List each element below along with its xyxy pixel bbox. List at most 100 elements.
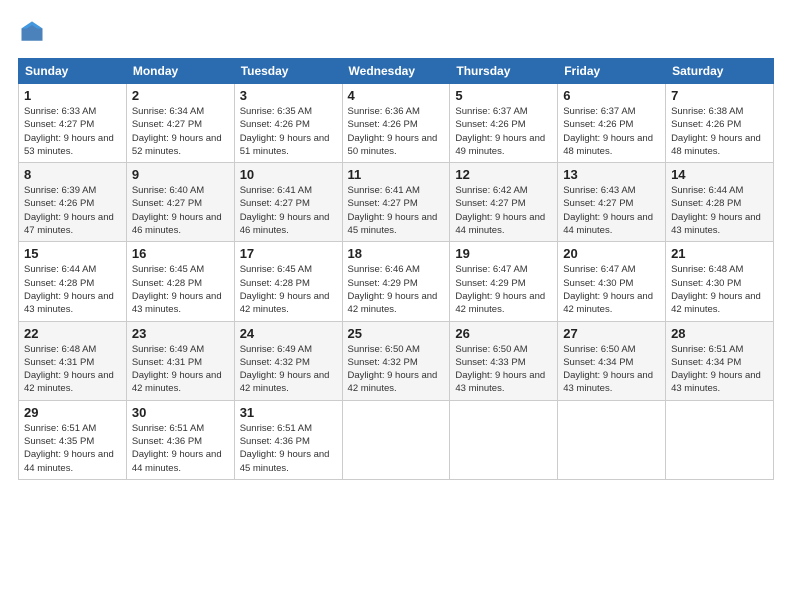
calendar-cell: 12Sunrise: 6:42 AMSunset: 4:27 PMDayligh… [450,163,558,242]
calendar-cell: 25 Sunrise: 6:50 AMSunset: 4:32 PMDayligh… [342,321,450,400]
day-number: 31 [240,405,337,420]
day-number: 4 [348,88,445,103]
day-number: 7 [671,88,768,103]
day-number: 20 [563,246,660,261]
day-number: 8 [24,167,121,182]
calendar-cell: 9 Sunrise: 6:40 AMSunset: 4:27 PMDaylight… [126,163,234,242]
day-info: Sunrise: 6:35 AMSunset: 4:26 PMDaylight:… [240,105,337,158]
day-info: Sunrise: 6:37 AMSunset: 4:26 PMDaylight:… [455,105,552,158]
day-info: Sunrise: 6:51 AMSunset: 4:34 PMDaylight:… [671,343,768,396]
calendar-cell: 22 Sunrise: 6:48 AMSunset: 4:31 PMDayligh… [19,321,127,400]
day-info: Sunrise: 6:50 AMSunset: 4:32 PMDaylight:… [348,343,445,396]
calendar-cell: 31 Sunrise: 6:51 AMSunset: 4:36 PMDayligh… [234,400,342,479]
calendar-cell [342,400,450,479]
main-container: SundayMondayTuesdayWednesdayThursdayFrid… [0,0,792,612]
calendar-cell: 6Sunrise: 6:37 AMSunset: 4:26 PMDaylight… [558,84,666,163]
calendar-cell: 11Sunrise: 6:41 AMSunset: 4:27 PMDayligh… [342,163,450,242]
calendar-cell: 7 Sunrise: 6:38 AMSunset: 4:26 PMDaylight… [666,84,774,163]
day-info: Sunrise: 6:34 AMSunset: 4:27 PMDaylight:… [132,105,229,158]
calendar-week-row: 29Sunrise: 6:51 AMSunset: 4:35 PMDayligh… [19,400,774,479]
calendar-cell: 21 Sunrise: 6:48 AMSunset: 4:30 PMDayligh… [666,242,774,321]
day-number: 10 [240,167,337,182]
calendar-cell: 19 Sunrise: 6:47 AMSunset: 4:29 PMDayligh… [450,242,558,321]
day-number: 22 [24,326,121,341]
day-info: Sunrise: 6:51 AMSunset: 4:35 PMDaylight:… [24,422,121,475]
day-number: 25 [348,326,445,341]
weekday-header-tuesday: Tuesday [234,59,342,84]
day-info: Sunrise: 6:41 AMSunset: 4:27 PMDaylight:… [240,184,337,237]
day-info: Sunrise: 6:43 AMSunset: 4:27 PMDaylight:… [563,184,660,237]
day-info: Sunrise: 6:48 AMSunset: 4:31 PMDaylight:… [24,343,121,396]
calendar-cell: 20 Sunrise: 6:47 AMSunset: 4:30 PMDayligh… [558,242,666,321]
day-number: 1 [24,88,121,103]
day-info: Sunrise: 6:51 AMSunset: 4:36 PMDaylight:… [240,422,337,475]
calendar-cell: 13 Sunrise: 6:43 AMSunset: 4:27 PMDayligh… [558,163,666,242]
calendar-cell: 5 Sunrise: 6:37 AMSunset: 4:26 PMDaylight… [450,84,558,163]
calendar-cell: 10 Sunrise: 6:41 AMSunset: 4:27 PMDayligh… [234,163,342,242]
weekday-header-saturday: Saturday [666,59,774,84]
weekday-header-sunday: Sunday [19,59,127,84]
day-info: Sunrise: 6:49 AMSunset: 4:31 PMDaylight:… [132,343,229,396]
day-info: Sunrise: 6:47 AMSunset: 4:30 PMDaylight:… [563,263,660,316]
day-info: Sunrise: 6:46 AMSunset: 4:29 PMDaylight:… [348,263,445,316]
day-info: Sunrise: 6:51 AMSunset: 4:36 PMDaylight:… [132,422,229,475]
calendar-cell: 14 Sunrise: 6:44 AMSunset: 4:28 PMDayligh… [666,163,774,242]
weekday-header-monday: Monday [126,59,234,84]
day-info: Sunrise: 6:44 AMSunset: 4:28 PMDaylight:… [671,184,768,237]
calendar-cell: 8 Sunrise: 6:39 AMSunset: 4:26 PMDaylight… [19,163,127,242]
calendar-cell [450,400,558,479]
calendar-cell: 3Sunrise: 6:35 AMSunset: 4:26 PMDaylight… [234,84,342,163]
day-info: Sunrise: 6:38 AMSunset: 4:26 PMDaylight:… [671,105,768,158]
day-number: 9 [132,167,229,182]
day-info: Sunrise: 6:50 AMSunset: 4:34 PMDaylight:… [563,343,660,396]
day-info: Sunrise: 6:33 AMSunset: 4:27 PMDaylight:… [24,105,121,158]
calendar-cell: 2 Sunrise: 6:34 AMSunset: 4:27 PMDaylight… [126,84,234,163]
calendar-cell: 18 Sunrise: 6:46 AMSunset: 4:29 PMDayligh… [342,242,450,321]
day-number: 19 [455,246,552,261]
day-number: 27 [563,326,660,341]
day-number: 21 [671,246,768,261]
day-info: Sunrise: 6:42 AMSunset: 4:27 PMDaylight:… [455,184,552,237]
calendar-week-row: 22 Sunrise: 6:48 AMSunset: 4:31 PMDayligh… [19,321,774,400]
calendar-cell: 16Sunrise: 6:45 AMSunset: 4:28 PMDayligh… [126,242,234,321]
weekday-header-wednesday: Wednesday [342,59,450,84]
day-info: Sunrise: 6:44 AMSunset: 4:28 PMDaylight:… [24,263,121,316]
day-number: 2 [132,88,229,103]
day-number: 17 [240,246,337,261]
weekday-header-thursday: Thursday [450,59,558,84]
calendar-week-row: 1 Sunrise: 6:33 AMSunset: 4:27 PMDaylight… [19,84,774,163]
day-number: 26 [455,326,552,341]
day-info: Sunrise: 6:49 AMSunset: 4:32 PMDaylight:… [240,343,337,396]
day-number: 14 [671,167,768,182]
day-info: Sunrise: 6:45 AMSunset: 4:28 PMDaylight:… [132,263,229,316]
calendar-cell [666,400,774,479]
calendar-cell: 1 Sunrise: 6:33 AMSunset: 4:27 PMDaylight… [19,84,127,163]
weekday-header-friday: Friday [558,59,666,84]
day-info: Sunrise: 6:48 AMSunset: 4:30 PMDaylight:… [671,263,768,316]
day-info: Sunrise: 6:36 AMSunset: 4:26 PMDaylight:… [348,105,445,158]
calendar-cell: 26 Sunrise: 6:50 AMSunset: 4:33 PMDayligh… [450,321,558,400]
calendar-cell: 27 Sunrise: 6:50 AMSunset: 4:34 PMDayligh… [558,321,666,400]
day-info: Sunrise: 6:37 AMSunset: 4:26 PMDaylight:… [563,105,660,158]
calendar-cell: 17 Sunrise: 6:45 AMSunset: 4:28 PMDayligh… [234,242,342,321]
calendar-cell [558,400,666,479]
day-number: 23 [132,326,229,341]
day-info: Sunrise: 6:45 AMSunset: 4:28 PMDaylight:… [240,263,337,316]
day-number: 30 [132,405,229,420]
day-number: 15 [24,246,121,261]
day-info: Sunrise: 6:50 AMSunset: 4:33 PMDaylight:… [455,343,552,396]
calendar-cell: 28Sunrise: 6:51 AMSunset: 4:34 PMDayligh… [666,321,774,400]
day-info: Sunrise: 6:39 AMSunset: 4:26 PMDaylight:… [24,184,121,237]
calendar-table: SundayMondayTuesdayWednesdayThursdayFrid… [18,58,774,480]
day-number: 18 [348,246,445,261]
day-number: 24 [240,326,337,341]
calendar-cell: 23 Sunrise: 6:49 AMSunset: 4:31 PMDayligh… [126,321,234,400]
day-number: 13 [563,167,660,182]
calendar-cell: 4 Sunrise: 6:36 AMSunset: 4:26 PMDaylight… [342,84,450,163]
calendar-cell: 30 Sunrise: 6:51 AMSunset: 4:36 PMDayligh… [126,400,234,479]
weekday-header-row: SundayMondayTuesdayWednesdayThursdayFrid… [19,59,774,84]
logo [18,18,50,46]
day-info: Sunrise: 6:40 AMSunset: 4:27 PMDaylight:… [132,184,229,237]
day-number: 5 [455,88,552,103]
day-info: Sunrise: 6:47 AMSunset: 4:29 PMDaylight:… [455,263,552,316]
